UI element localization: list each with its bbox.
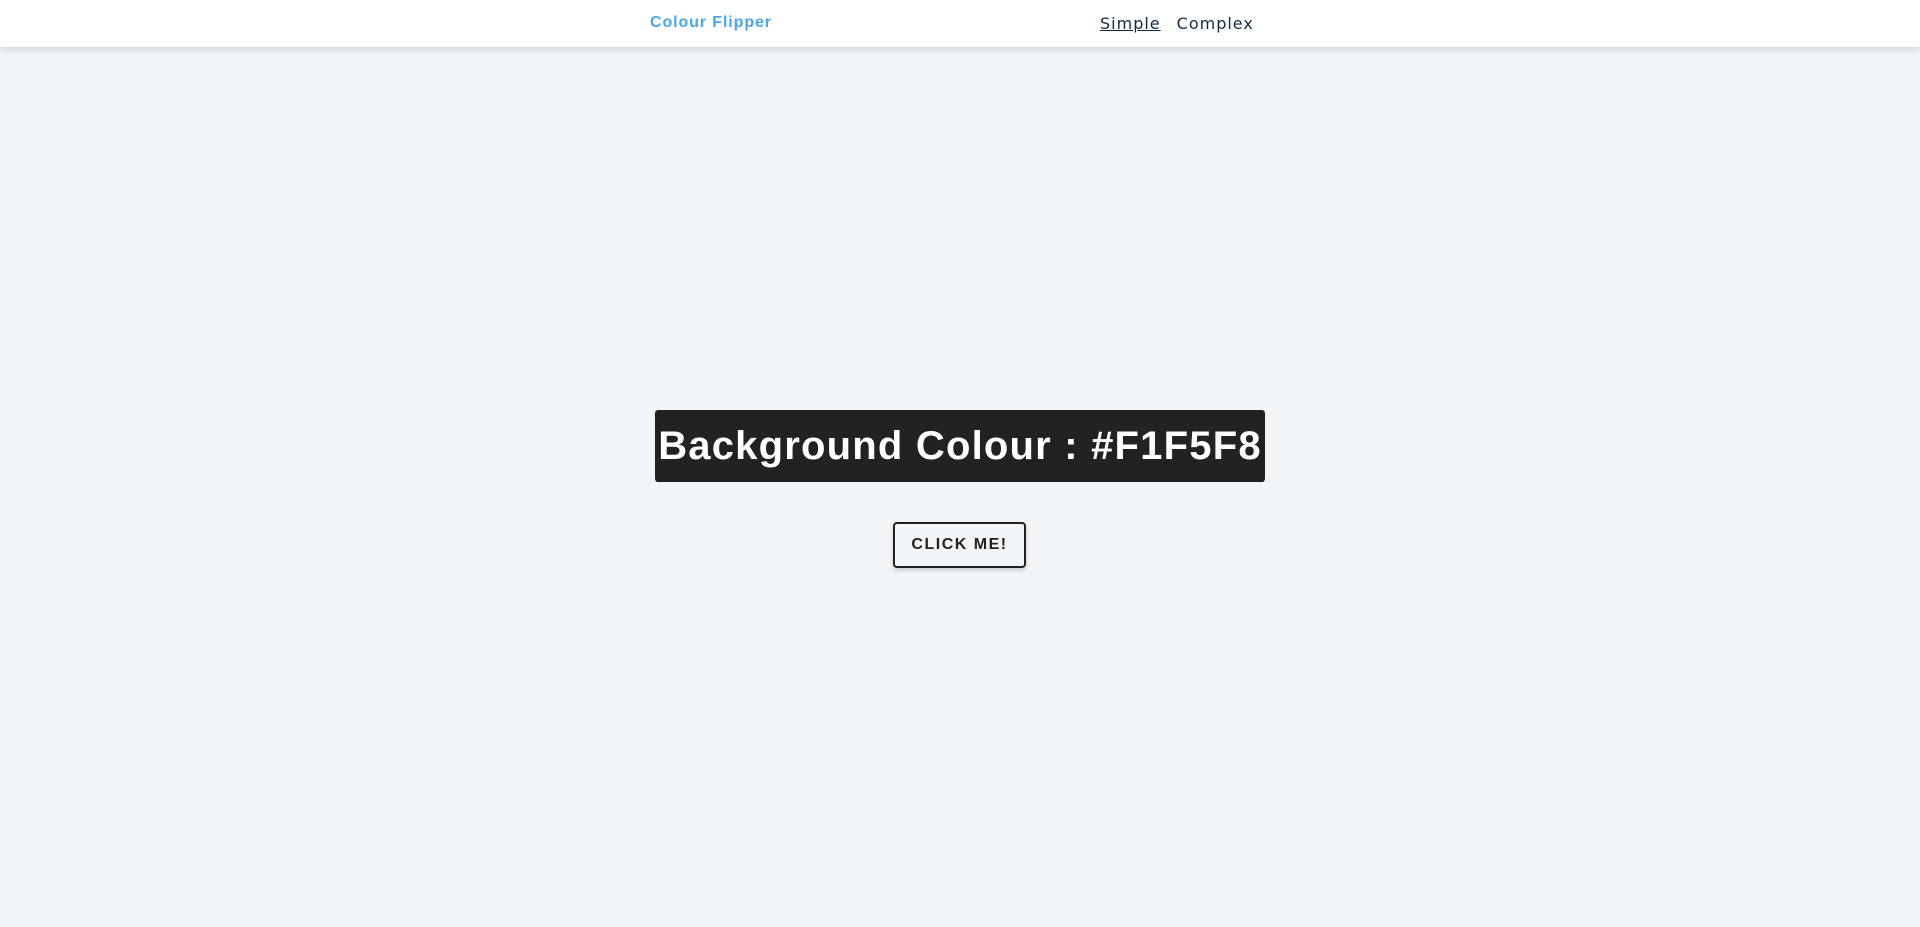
- color-heading: Background Colour : #F1F5F8: [655, 410, 1265, 482]
- color-heading-text: Background Colour : #F1F5F8: [658, 424, 1262, 469]
- brand-logo-text[interactable]: Colour Flipper: [650, 14, 772, 32]
- color-heading-label: Background Colour :: [658, 423, 1092, 468]
- nav-link-simple[interactable]: Simple: [1100, 14, 1161, 33]
- click-me-button[interactable]: CLICK ME!: [893, 522, 1026, 568]
- color-value: #F1F5F8: [1091, 423, 1262, 468]
- nav-link-complex[interactable]: Complex: [1177, 14, 1254, 33]
- page-background: [0, 47, 1920, 927]
- navbar: Colour Flipper Simple Complex: [0, 0, 1920, 47]
- nav-links: Simple Complex: [1100, 14, 1254, 33]
